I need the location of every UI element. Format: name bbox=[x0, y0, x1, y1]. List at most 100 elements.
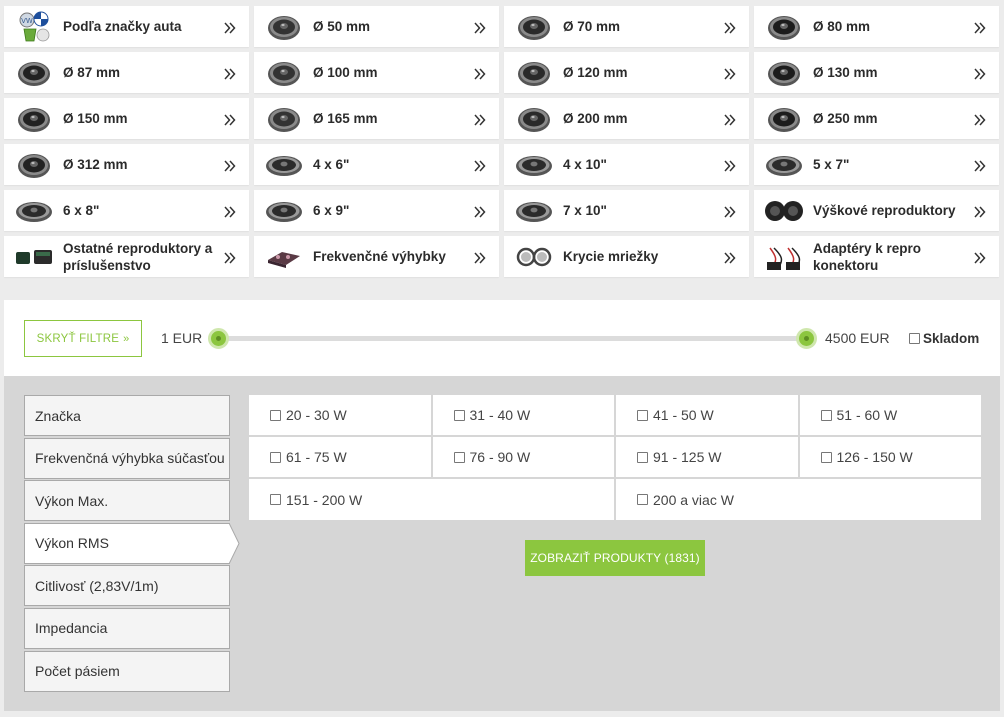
rms-option[interactable]: 200 a viac W bbox=[616, 479, 981, 520]
category-tile[interactable]: Ø 165 mm bbox=[254, 98, 499, 139]
rms-option-label: 41 - 50 W bbox=[653, 407, 714, 423]
rms-option-checkbox[interactable] bbox=[453, 409, 465, 421]
category-tile[interactable]: 5 x 7" bbox=[754, 144, 999, 185]
category-tile[interactable]: VW Podľa značky auta bbox=[4, 6, 249, 47]
category-tile[interactable]: Ø 130 mm bbox=[754, 52, 999, 93]
speaker-icon bbox=[514, 10, 554, 44]
show-products-button[interactable]: ZOBRAZIŤ PRODUKTY (1831) bbox=[525, 540, 705, 576]
double-chevron-right-icon bbox=[224, 21, 236, 34]
category-label: Výškové reproduktory bbox=[813, 203, 956, 218]
rms-option-checkbox[interactable] bbox=[637, 451, 648, 463]
adapter-cable-icon bbox=[764, 240, 804, 274]
category-tile[interactable]: 6 x 9" bbox=[254, 190, 499, 231]
price-slider-min-handle[interactable] bbox=[208, 328, 229, 349]
category-tile[interactable]: Ostatné reproduktory a príslušenstvo bbox=[4, 236, 249, 277]
rms-option[interactable]: 41 - 50 W bbox=[616, 395, 800, 435]
hide-filters-label: SKRYŤ FILTRE bbox=[36, 332, 120, 345]
category-tile[interactable]: Ø 150 mm bbox=[4, 98, 249, 139]
category-label: Ø 130 mm bbox=[813, 65, 878, 80]
category-tile[interactable]: Výškové reproduktory bbox=[754, 190, 999, 231]
category-tile[interactable]: Ø 80 mm bbox=[754, 6, 999, 47]
category-label: Ø 200 mm bbox=[563, 111, 628, 126]
category-tile[interactable]: Frekvenčné výhybky bbox=[254, 236, 499, 277]
speaker-icon bbox=[264, 56, 304, 90]
in-stock-label: Skladom bbox=[923, 331, 980, 346]
rms-option[interactable]: 91 - 125 W bbox=[616, 437, 800, 477]
category-label: 6 x 9" bbox=[313, 203, 350, 218]
price-slider-track[interactable] bbox=[215, 336, 811, 341]
filter-tabs: Značka Frekvenčná výhybka súčasťou Výkon M… bbox=[24, 395, 240, 693]
category-label: 4 x 6" bbox=[313, 157, 350, 172]
oval-speaker-icon bbox=[14, 194, 54, 228]
category-tile[interactable]: Ø 200 mm bbox=[504, 98, 749, 139]
rms-option-checkbox[interactable] bbox=[820, 409, 832, 421]
rms-option-checkbox[interactable] bbox=[270, 409, 281, 421]
oval-speaker-icon bbox=[264, 148, 304, 182]
rms-option-checkbox[interactable] bbox=[270, 451, 281, 463]
double-chevron-right-icon bbox=[224, 159, 236, 172]
filter-tab[interactable]: Počet pásiem bbox=[24, 650, 230, 692]
hide-filters-button[interactable]: SKRYŤ FILTRE » bbox=[24, 320, 142, 357]
filter-tab[interactable]: Značka bbox=[24, 395, 230, 436]
price-slider-max-handle[interactable] bbox=[796, 328, 817, 349]
category-tile[interactable]: 6 x 8" bbox=[4, 190, 249, 231]
filter-tab-label: Počet pásiem bbox=[35, 663, 120, 680]
filter-panel: Značka Frekvenčná výhybka súčasťou Výkon M… bbox=[4, 376, 1000, 711]
category-tile[interactable]: Ø 70 mm bbox=[504, 6, 749, 47]
speaker-icon bbox=[764, 102, 804, 136]
filter-tab[interactable]: Citlivosť (2,83V/1m) bbox=[24, 565, 230, 607]
rms-option-label: 51 - 60 W bbox=[836, 407, 898, 423]
double-chevron-right-icon bbox=[974, 205, 986, 218]
category-tile[interactable]: Ø 250 mm bbox=[754, 98, 999, 139]
category-tile[interactable]: Ø 87 mm bbox=[4, 52, 249, 93]
filter-bar: SKRYŤ FILTRE » 1 EUR 4500 EUR Skladom bbox=[4, 300, 1000, 376]
rms-option[interactable]: 76 - 90 W bbox=[433, 437, 616, 477]
filter-tab-label: Citlivosť (2,83V/1m) bbox=[35, 577, 159, 594]
option-row: 20 - 30 W 31 - 40 W 41 - 50 W 51 - 60 W bbox=[249, 395, 981, 437]
double-chevron-right-icon bbox=[724, 67, 736, 80]
category-tile[interactable]: Ø 120 mm bbox=[504, 52, 749, 93]
rms-option-checkbox[interactable] bbox=[637, 494, 648, 505]
category-tile[interactable]: Ø 312 mm bbox=[4, 144, 249, 185]
double-chevron-right-icon bbox=[474, 21, 486, 34]
rms-option-checkbox[interactable] bbox=[637, 409, 648, 421]
filter-tab[interactable]: Výkon RMS bbox=[24, 522, 240, 564]
option-row: 61 - 75 W 76 - 90 W 91 - 125 W 126 - 150… bbox=[249, 437, 981, 479]
speaker-icon bbox=[764, 10, 804, 44]
category-label: Podľa značky auta bbox=[63, 19, 182, 34]
category-tile[interactable]: 7 x 10" bbox=[504, 190, 749, 231]
accessories-icon bbox=[14, 240, 54, 274]
category-tile[interactable]: Krycie mriežky bbox=[504, 236, 749, 277]
tweeter-icon bbox=[764, 194, 804, 228]
category-label: Ø 165 mm bbox=[313, 111, 378, 126]
double-chevron-up-icon: » bbox=[123, 332, 130, 345]
filter-tab[interactable]: Impedancia bbox=[24, 607, 230, 649]
rms-option-checkbox[interactable] bbox=[453, 451, 465, 463]
speaker-icon bbox=[264, 102, 304, 136]
rms-option[interactable]: 151 - 200 W bbox=[249, 479, 616, 520]
rms-option-label: 151 - 200 W bbox=[286, 491, 363, 508]
rms-option-checkbox[interactable] bbox=[820, 451, 832, 463]
rms-option-checkbox[interactable] bbox=[270, 494, 281, 505]
rms-option[interactable]: 126 - 150 W bbox=[800, 437, 982, 477]
category-tile[interactable]: 4 x 10" bbox=[504, 144, 749, 185]
double-chevron-right-icon bbox=[224, 205, 236, 218]
in-stock-checkbox[interactable] bbox=[909, 333, 920, 344]
double-chevron-right-icon bbox=[724, 113, 736, 126]
in-stock-filter[interactable]: Skladom bbox=[909, 331, 979, 346]
rms-option[interactable]: 20 - 30 W bbox=[249, 395, 433, 435]
category-tile[interactable]: Adaptéry k repro konektoru bbox=[754, 236, 999, 277]
rms-option[interactable]: 61 - 75 W bbox=[249, 437, 433, 477]
filter-tab[interactable]: Výkon Max. bbox=[24, 480, 230, 522]
double-chevron-right-icon bbox=[974, 159, 986, 172]
rms-option[interactable]: 51 - 60 W bbox=[800, 395, 982, 435]
filter-tab[interactable]: Frekvenčná výhybka súčasťou bbox=[24, 437, 230, 479]
rms-option[interactable]: 31 - 40 W bbox=[433, 395, 616, 435]
category-label: Ø 87 mm bbox=[63, 65, 121, 80]
category-label: 5 x 7" bbox=[813, 157, 850, 172]
category-tile[interactable]: Ø 100 mm bbox=[254, 52, 499, 93]
category-tile[interactable]: Ø 50 mm bbox=[254, 6, 499, 47]
double-chevron-right-icon bbox=[974, 251, 986, 264]
category-tile[interactable]: 4 x 6" bbox=[254, 144, 499, 185]
rms-option-label: 200 a viac W bbox=[653, 491, 734, 508]
